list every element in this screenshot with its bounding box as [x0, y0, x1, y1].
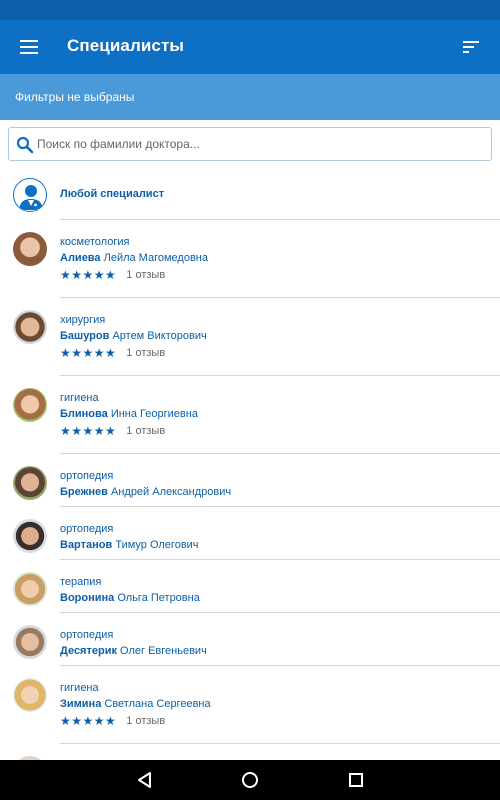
- doctor-rating: ★★★★★ 1 отзыв: [60, 714, 165, 728]
- doctor-item[interactable]: косметология Алиева Лейла Магомедовна ★★…: [0, 220, 500, 298]
- doctor-name: Блинова Инна Георгиевна: [60, 408, 198, 420]
- doctor-item[interactable]: гигиена Блинова Инна Георгиевна ★★★★★ 1 …: [0, 376, 500, 454]
- search-input[interactable]: [37, 129, 477, 159]
- any-specialist-item[interactable]: Любой специалист: [0, 168, 500, 220]
- doctor-specialty: гигиена: [60, 392, 99, 404]
- app-bar: Специалисты: [0, 20, 500, 74]
- doctor-name: Вартанов Тимур Олегович: [60, 539, 199, 551]
- doctor-item[interactable]: хирургия Башуров Артем Викторович ★★★★★ …: [0, 298, 500, 376]
- back-icon[interactable]: [135, 770, 155, 790]
- doctor-rating: ★★★★★ 1 отзыв: [60, 346, 165, 360]
- home-icon[interactable]: [240, 770, 260, 790]
- doctor-item[interactable]: ортопедия Брежнев Андрей Александрович: [0, 454, 500, 507]
- review-count: 1 отзыв: [126, 347, 166, 359]
- rating-stars: ★★★★★: [60, 424, 117, 438]
- doctor-specialty: косметология: [60, 236, 130, 248]
- recents-icon[interactable]: [346, 770, 366, 790]
- doctor-specialty: ортопедия: [60, 523, 114, 535]
- doctor-name: Десятерик Олег Евгеньевич: [60, 645, 207, 657]
- doctor-avatar: [13, 572, 47, 606]
- doctor-name: Зимина Светлана Сергеевна: [60, 698, 211, 710]
- rating-stars: ★★★★★: [60, 346, 117, 360]
- doctor-item[interactable]: ортопедия Десятерик Олег Евгеньевич: [0, 613, 500, 666]
- doctor-specialty: терапия: [60, 576, 102, 588]
- review-count: 1 отзыв: [126, 269, 166, 281]
- doctor-avatar: [13, 466, 47, 500]
- any-specialist-label: Любой специалист: [60, 188, 165, 200]
- doctor-avatar: [13, 519, 47, 553]
- doctor-avatar: [13, 232, 47, 266]
- search-box[interactable]: [8, 127, 492, 161]
- doctor-avatar: [13, 678, 47, 712]
- doctor-placeholder-icon: [13, 178, 47, 212]
- doctor-avatar: [13, 310, 47, 344]
- doctor-specialty: ортопедия: [60, 629, 114, 641]
- rating-stars: ★★★★★: [60, 714, 117, 728]
- specialists-list: Любой специалист косметология Алиева Лей…: [0, 168, 500, 760]
- system-nav-bar: [0, 760, 500, 800]
- doctor-name: Башуров Артем Викторович: [60, 330, 207, 342]
- doctor-item[interactable]: терапия Воронина Ольга Петровна: [0, 560, 500, 613]
- review-count: 1 отзыв: [126, 715, 166, 727]
- sort-button[interactable]: [458, 33, 484, 61]
- search-icon: [16, 136, 34, 154]
- doctor-avatar: [13, 388, 47, 422]
- review-count: 1 отзыв: [126, 425, 166, 437]
- rating-stars: ★★★★★: [60, 268, 117, 282]
- doctor-item[interactable]: [0, 744, 500, 760]
- doctor-name: Воронина Ольга Петровна: [60, 592, 200, 604]
- filter-bar[interactable]: Фильтры не выбраны: [0, 74, 500, 120]
- sort-icon: [463, 41, 479, 53]
- doctor-specialty: ортопедия: [60, 470, 114, 482]
- doctor-rating: ★★★★★ 1 отзыв: [60, 424, 165, 438]
- menu-button[interactable]: [14, 33, 44, 61]
- menu-icon: [20, 40, 38, 54]
- doctor-name: Брежнев Андрей Александрович: [60, 486, 232, 498]
- filter-status: Фильтры не выбраны: [15, 90, 135, 104]
- status-bar: [0, 0, 500, 20]
- doctor-avatar: [13, 625, 47, 659]
- doctor-rating: ★★★★★ 1 отзыв: [60, 268, 165, 282]
- doctor-specialty: хирургия: [60, 314, 106, 326]
- doctor-item[interactable]: ортопедия Вартанов Тимур Олегович: [0, 507, 500, 560]
- doctor-name: Алиева Лейла Магомедовна: [60, 252, 208, 264]
- doctor-item[interactable]: гигиена Зимина Светлана Сергеевна ★★★★★ …: [0, 666, 500, 744]
- doctor-specialty: гигиена: [60, 682, 99, 694]
- page-title: Специалисты: [67, 36, 185, 55]
